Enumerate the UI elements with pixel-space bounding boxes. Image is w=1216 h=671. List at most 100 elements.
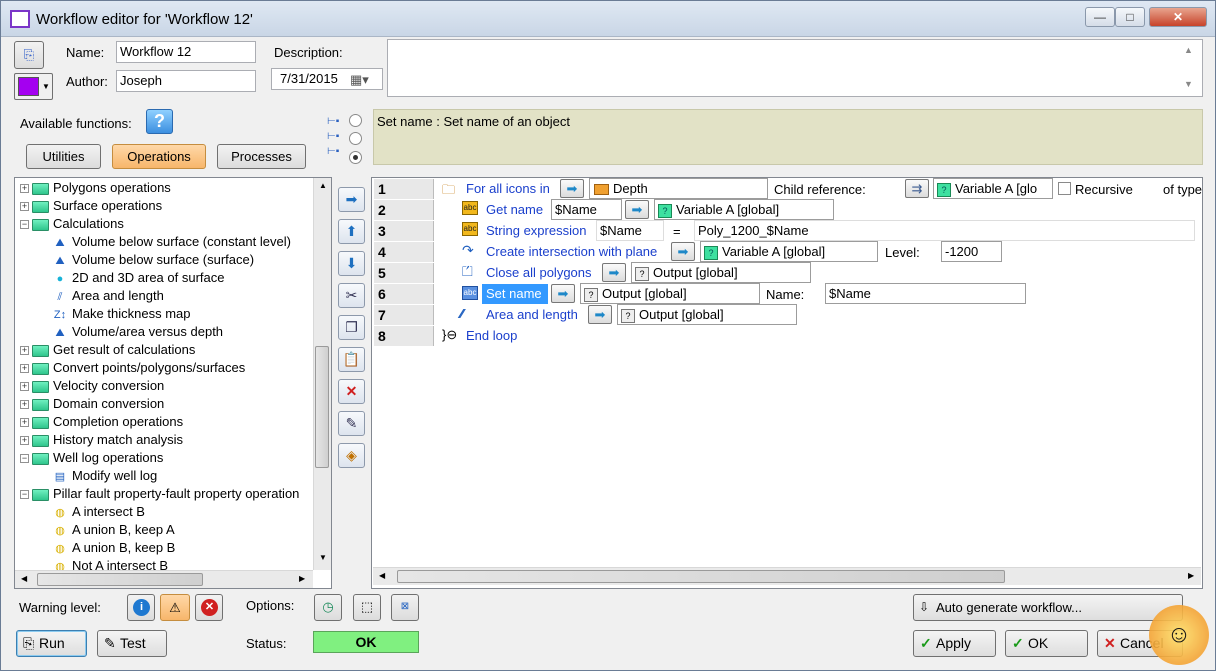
- view-mode-radio-2[interactable]: [349, 132, 362, 145]
- scroll-down-icon[interactable]: ▼: [319, 553, 327, 562]
- tab-processes[interactable]: Processes: [217, 144, 306, 169]
- pick-variable-icon[interactable]: ⇉: [905, 179, 929, 198]
- tab-operations[interactable]: Operations: [112, 144, 206, 169]
- tree-item[interactable]: ⛰ Volume below surface (surface): [52, 251, 254, 269]
- test-button[interactable]: ✎ Test: [97, 630, 167, 657]
- tree-item[interactable]: ⛰ Volume/area versus depth: [52, 323, 223, 341]
- workflow-horizontal-scrollbar[interactable]: ◀ ▶: [373, 567, 1201, 585]
- calendar-icon[interactable]: ▦▾: [350, 70, 369, 89]
- expand-icon[interactable]: +: [20, 400, 29, 410]
- scroll-up-icon[interactable]: ▲: [319, 181, 327, 190]
- level-field[interactable]: -1200: [941, 241, 1002, 262]
- edit-icon[interactable]: ✎: [338, 411, 365, 436]
- tree-horizontal-scrollbar[interactable]: ◀ ▶: [15, 570, 313, 588]
- tree-scroll-thumb[interactable]: [315, 346, 329, 468]
- set-name-value-field[interactable]: $Name: [825, 283, 1026, 304]
- cut-icon[interactable]: ✂: [338, 283, 365, 308]
- expand-icon[interactable]: +: [20, 436, 29, 446]
- tree-item[interactable]: − Well log operations: [20, 449, 163, 467]
- delete-icon[interactable]: ✕: [338, 379, 365, 404]
- string-expr-var-field[interactable]: $Name: [596, 220, 664, 241]
- author-field[interactable]: Joseph: [116, 70, 256, 92]
- depth-target-field[interactable]: Depth: [589, 178, 768, 199]
- close-option-icon[interactable]: ⊠: [391, 594, 419, 621]
- arrow-right-icon[interactable]: ➡: [551, 284, 575, 303]
- tree-item[interactable]: ◍ A union B, keep A: [52, 521, 174, 539]
- debug-icon[interactable]: ◈: [338, 443, 365, 468]
- tree-item[interactable]: ◍ A intersect B: [52, 503, 145, 521]
- tree-item[interactable]: ● 2D and 3D area of surface: [52, 269, 225, 287]
- tree-vertical-scrollbar[interactable]: ▲ ▼: [313, 178, 331, 570]
- cmd-area-and-length[interactable]: Area and length: [486, 307, 578, 322]
- arrow-right-icon[interactable]: ➡: [560, 179, 584, 198]
- workflow-properties-icon[interactable]: ⎘: [14, 41, 44, 69]
- tree-item[interactable]: ⫽ Area and length: [52, 287, 164, 305]
- tree-item[interactable]: + Domain conversion: [20, 395, 164, 413]
- tab-utilities[interactable]: Utilities: [26, 144, 101, 169]
- name-field[interactable]: Workflow 12: [116, 41, 256, 63]
- collapse-icon[interactable]: −: [20, 220, 29, 230]
- ok-button[interactable]: ✓ OK: [1005, 630, 1088, 657]
- tree-item[interactable]: + Convert points/polygons/surfaces: [20, 359, 245, 377]
- recursive-checkbox[interactable]: [1058, 182, 1071, 195]
- expand-icon[interactable]: +: [20, 184, 29, 194]
- tree-item[interactable]: ▤ Modify well log: [52, 467, 157, 485]
- timer-option-icon[interactable]: ◷: [314, 594, 342, 621]
- minimize-button[interactable]: —: [1085, 7, 1115, 27]
- cmd-close-all-polygons[interactable]: Close all polygons: [486, 265, 592, 280]
- tree-item[interactable]: + History match analysis: [20, 431, 183, 449]
- workflow-hscroll-thumb[interactable]: [397, 570, 1005, 583]
- info-level-button[interactable]: i: [127, 594, 155, 621]
- insert-arrow-right-icon[interactable]: ➡: [338, 187, 365, 212]
- close-polygons-object-field[interactable]: ? Output [global]: [631, 262, 811, 283]
- apply-button[interactable]: ✓ Apply: [913, 630, 996, 657]
- cmd-create-intersection[interactable]: Create intersection with plane: [486, 244, 657, 259]
- tree-item[interactable]: ◍ A union B, keep B: [52, 539, 175, 557]
- cmd-for-all-icons[interactable]: For all icons in: [466, 181, 550, 196]
- expand-icon[interactable]: +: [20, 202, 29, 212]
- tree-item[interactable]: − Calculations: [20, 215, 124, 233]
- tree-hscroll-thumb[interactable]: [37, 573, 203, 586]
- arrow-right-icon[interactable]: ➡: [588, 305, 612, 324]
- collapse-icon[interactable]: −: [20, 454, 29, 464]
- scroll-left-icon[interactable]: ◀: [379, 571, 385, 580]
- close-window-button[interactable]: ✕: [1149, 7, 1207, 27]
- area-length-object-field[interactable]: ? Output [global]: [617, 304, 797, 325]
- child-reference-field[interactable]: ? Variable A [glo: [933, 178, 1053, 199]
- description-scroll-down-icon[interactable]: ▼: [1184, 79, 1193, 89]
- set-name-object-field[interactable]: ? Output [global]: [580, 283, 760, 304]
- date-field[interactable]: 7/31/2015 ▦▾: [271, 68, 383, 90]
- scroll-right-icon[interactable]: ▶: [299, 574, 305, 583]
- move-up-icon[interactable]: ⬆: [338, 219, 365, 244]
- view-mode-radio-3[interactable]: [349, 151, 362, 164]
- intersection-object-field[interactable]: ? Variable A [global]: [700, 241, 878, 262]
- tree-item[interactable]: + Surface operations: [20, 197, 162, 215]
- help-button[interactable]: ?: [146, 109, 173, 134]
- cmd-get-name[interactable]: Get name: [486, 202, 543, 217]
- arrow-right-icon[interactable]: ➡: [671, 242, 695, 261]
- scroll-left-icon[interactable]: ◀: [21, 574, 27, 583]
- auto-generate-button[interactable]: ⇩ Auto generate workflow...: [913, 594, 1183, 621]
- view-mode-radio-1[interactable]: [349, 114, 362, 127]
- collapse-icon[interactable]: −: [20, 490, 29, 500]
- cmd-set-name[interactable]: Set name: [486, 286, 542, 301]
- arrow-right-icon[interactable]: ➡: [602, 263, 626, 282]
- move-down-icon[interactable]: ⬇: [338, 251, 365, 276]
- tree-item[interactable]: + Polygons operations: [20, 179, 171, 197]
- tree-item[interactable]: ⛰ Volume below surface (constant level): [52, 233, 291, 251]
- scroll-right-icon[interactable]: ▶: [1188, 571, 1194, 580]
- run-button[interactable]: ⎘ Run: [16, 630, 87, 657]
- arrow-right-icon[interactable]: ➡: [625, 200, 649, 219]
- tree-item[interactable]: − Pillar fault property-fault property op…: [20, 485, 299, 503]
- cmd-string-expression[interactable]: String expression: [486, 223, 586, 238]
- get-name-var-field[interactable]: $Name: [551, 199, 622, 220]
- expand-icon[interactable]: +: [20, 364, 29, 374]
- tree-item[interactable]: Z↕ Make thickness map: [52, 305, 191, 323]
- warning-level-button[interactable]: ⚠: [160, 594, 190, 621]
- cmd-end-loop[interactable]: End loop: [466, 328, 517, 343]
- tree-item[interactable]: + Velocity conversion: [20, 377, 164, 395]
- description-field[interactable]: [387, 39, 1203, 97]
- tree-item[interactable]: + Completion operations: [20, 413, 183, 431]
- description-scroll-up-icon[interactable]: ▲: [1184, 45, 1193, 55]
- tree-item[interactable]: + Get result of calculations: [20, 341, 195, 359]
